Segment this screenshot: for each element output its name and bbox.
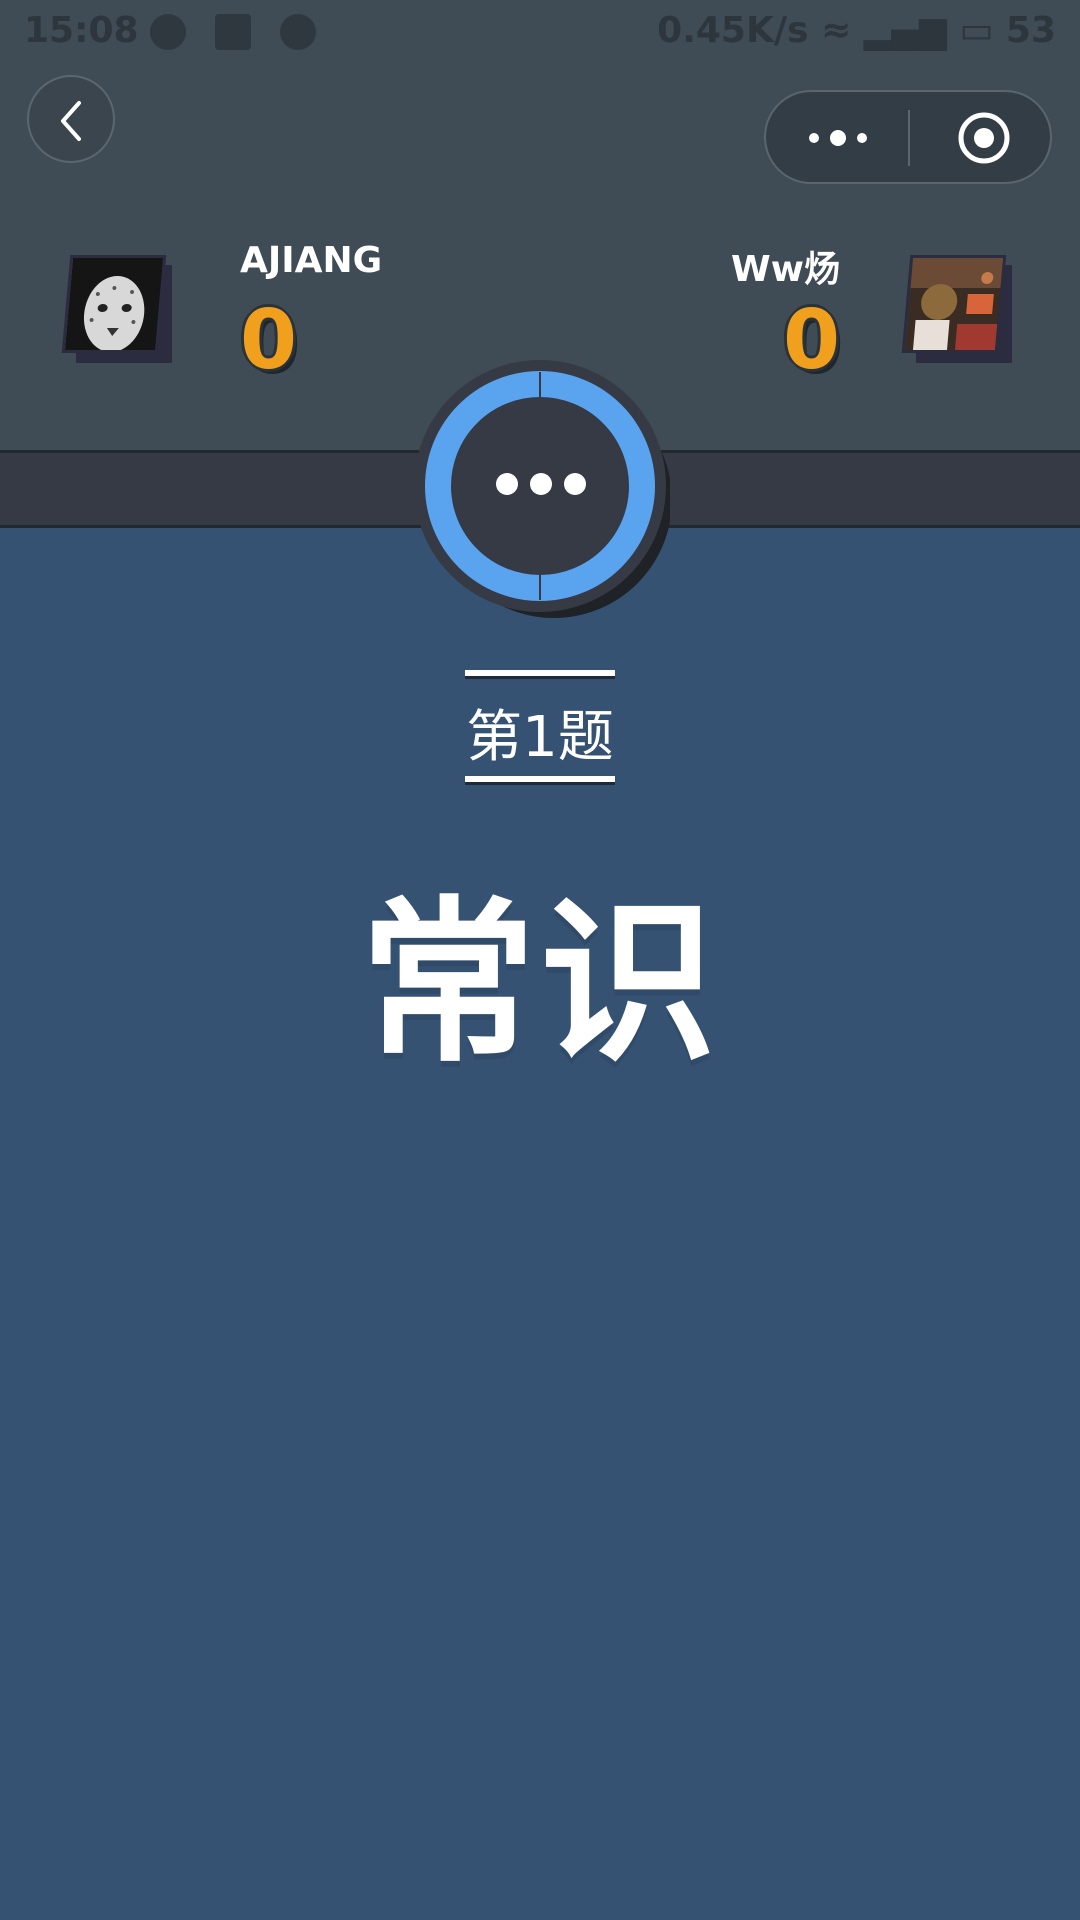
back-button[interactable] xyxy=(27,75,115,163)
left-player-name: AJIANG xyxy=(240,240,383,281)
cheetah-photo xyxy=(64,258,167,353)
avatar xyxy=(61,255,167,353)
target-circle-icon[interactable] xyxy=(956,110,1012,166)
round-rule-top xyxy=(465,670,615,676)
status-bar: 15:08 0.45K/s ≈ ▂▄▆ ▭ 53 xyxy=(0,0,1080,66)
left-player-avatar[interactable] xyxy=(61,255,176,365)
question-category: 常识 xyxy=(359,881,720,1086)
left-player-score: 0 xyxy=(240,293,298,388)
battery-icon: ▭ xyxy=(959,10,994,51)
chat-icon xyxy=(150,14,186,50)
round-label: 第1题 xyxy=(466,705,614,770)
record-icon xyxy=(280,14,316,50)
status-right: 0.45K/s ≈ ▂▄▆ ▭ 53 xyxy=(657,10,1056,51)
signal-icon: ▂▄▆ xyxy=(863,10,947,51)
network-speed: 0.45K/s xyxy=(657,10,809,51)
status-time: 15:08 xyxy=(24,10,139,51)
market-photo xyxy=(904,258,1007,353)
right-player-avatar[interactable] xyxy=(901,255,1016,365)
more-dots-icon[interactable] xyxy=(806,122,870,154)
image-icon xyxy=(215,14,251,50)
battery-level: 53 xyxy=(1005,10,1056,51)
countdown-timer xyxy=(414,360,670,618)
loading-dots-icon xyxy=(496,473,586,495)
round-rule-bottom xyxy=(465,776,615,782)
right-player-name: Ww炀 xyxy=(731,249,840,290)
right-player-score: 0 xyxy=(782,293,840,388)
avatar xyxy=(901,255,1007,353)
chevron-left-icon xyxy=(61,101,81,141)
capsule-divider xyxy=(908,110,910,166)
mini-program-capsule xyxy=(764,90,1052,184)
wifi-icon: ≈ xyxy=(821,10,852,51)
